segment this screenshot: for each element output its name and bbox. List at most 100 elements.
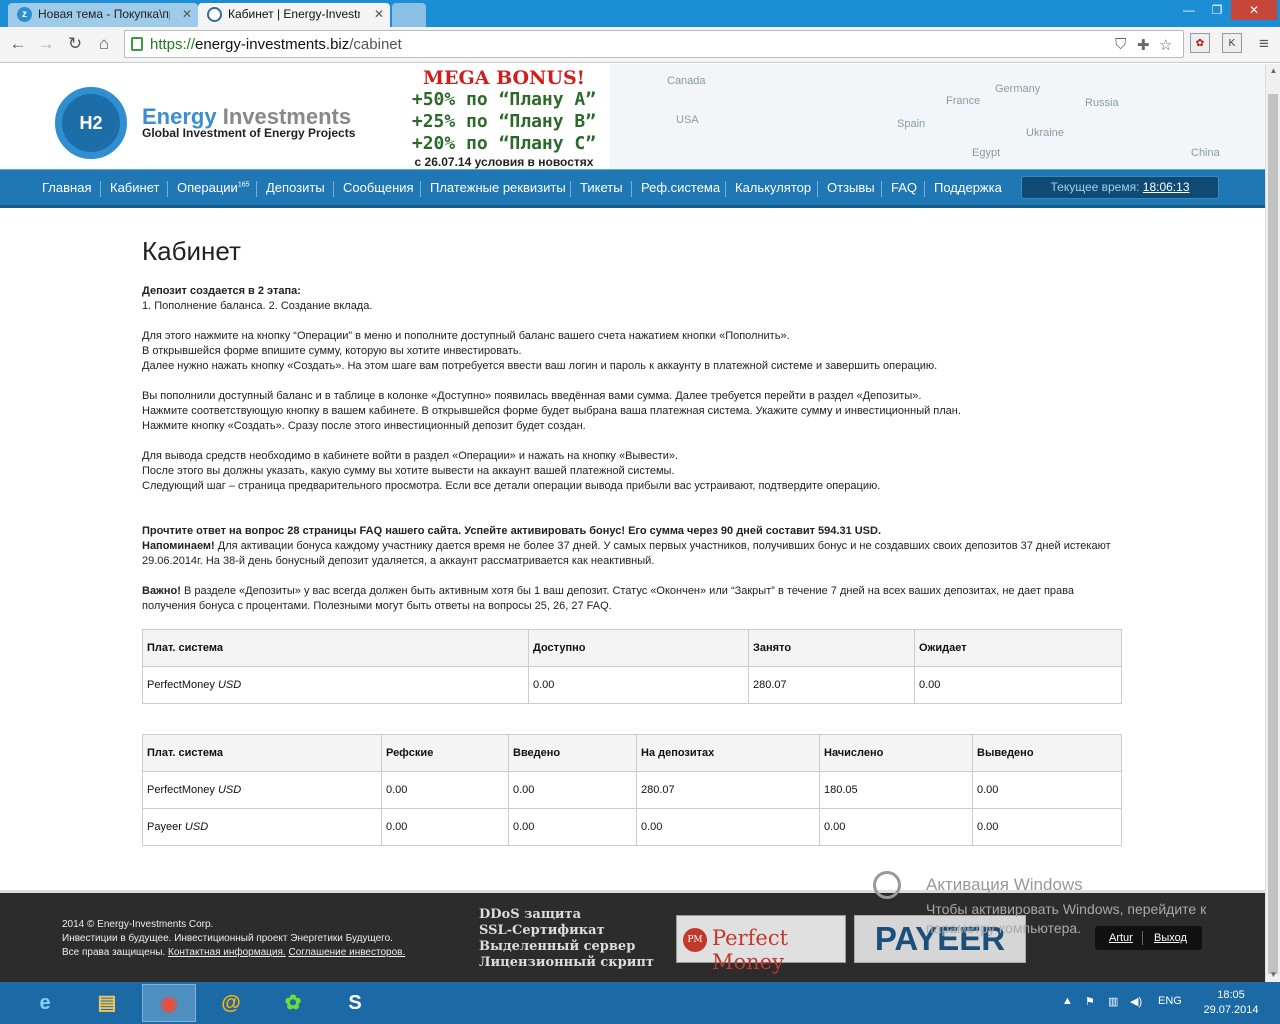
value-cell: 0.00: [914, 666, 1122, 704]
menu-item-messages[interactable]: Сообщения: [343, 180, 414, 195]
forward-arrow-icon[interactable]: →: [34, 32, 58, 56]
current-time-value: 18:06:13: [1142, 180, 1190, 194]
tab-close-icon[interactable]: ✕: [182, 7, 192, 21]
column-header: Плат. система: [142, 629, 529, 667]
map-label: USA: [676, 114, 699, 126]
menu-divider: [631, 181, 632, 197]
page-viewport: Canada USA Germany France Russia Spain U…: [0, 64, 1265, 982]
back-arrow-icon[interactable]: ←: [6, 32, 30, 56]
menu-divider: [881, 181, 882, 197]
tab-close-icon[interactable]: ✕: [374, 7, 384, 21]
bookmark-star-icon[interactable]: ☆: [1159, 36, 1172, 54]
file-explorer-icon[interactable]: ▤: [80, 984, 134, 1022]
table-header-row: Плат. система Доступно Занято Ожидает: [142, 629, 1122, 667]
contacts-link[interactable]: Контактная информация.: [168, 947, 286, 958]
site-footer: 2014 © Energy-Investments Corp. Инвестиц…: [0, 871, 1265, 982]
windows-activation-title: Активация Windows: [926, 875, 1083, 894]
menu-item-operations[interactable]: Операции165: [177, 180, 250, 195]
column-header: Рефские: [381, 734, 509, 772]
map-label: Canada: [667, 75, 706, 87]
extension-k-icon[interactable]: K: [1222, 33, 1242, 53]
address-bar[interactable]: https://energy-investments.biz/cabinet ⛉…: [124, 30, 1184, 58]
footer-copyright: 2014 © Energy-Investments Corp. Инвестиц…: [62, 919, 406, 958]
scrollbar-thumb[interactable]: [1268, 94, 1278, 974]
payment-system-cell: PerfectMoney USD: [142, 666, 529, 704]
puzzle-icon[interactable]: ✚: [1137, 36, 1150, 54]
balance-table: Плат. система Доступно Занято Ожидает Pe…: [142, 629, 1122, 704]
chrome-icon[interactable]: ◉: [142, 984, 196, 1022]
tray-network-icon[interactable]: ▥: [1108, 995, 1118, 1008]
menu-divider: [100, 181, 101, 197]
page-scrollbar[interactable]: ▲ ▼: [1265, 64, 1280, 982]
browser-tab-forum[interactable]: z Новая тема - Покупка\пр ✕: [8, 3, 198, 27]
totals-table: Плат. система Рефские Введено На депозит…: [142, 734, 1122, 846]
map-label: Spain: [897, 118, 926, 130]
menu-hamburger-icon[interactable]: ≡: [1252, 32, 1276, 56]
map-label: China: [1191, 147, 1220, 159]
tray-volume-icon[interactable]: ◀): [1130, 995, 1142, 1008]
reload-icon[interactable]: ↻: [63, 32, 87, 56]
username-link[interactable]: Artur: [1109, 926, 1133, 950]
value-cell: 0.00: [819, 808, 973, 846]
key-icon: [873, 871, 901, 899]
menu-item-tickets[interactable]: Тикеты: [580, 180, 623, 195]
logout-link[interactable]: Выход: [1154, 926, 1187, 950]
table-row: Payeer USD 0.00 0.00 0.00 0.00 0.00: [142, 808, 1122, 846]
menu-item-payment-details[interactable]: Платежные реквизиты: [430, 180, 566, 195]
value-cell: 280.07: [748, 666, 915, 704]
menu-item-faq[interactable]: FAQ: [891, 180, 917, 195]
table-header-row: Плат. система Рефские Введено На депозит…: [142, 734, 1122, 772]
menu-item-deposits[interactable]: Депозиты: [266, 180, 325, 195]
value-cell: 0.00: [528, 666, 749, 704]
menu-item-cabinet[interactable]: Кабинет: [110, 180, 159, 195]
new-tab-button[interactable]: [392, 3, 426, 27]
window-close-icon[interactable]: ✕: [1231, 0, 1277, 20]
language-indicator[interactable]: ENG: [1158, 995, 1182, 1007]
icq-flower-icon[interactable]: ✿: [266, 984, 320, 1022]
instructions-create: Вы пополнили доступный баланс и в таблиц…: [142, 390, 961, 432]
mail-agent-icon[interactable]: @: [204, 984, 258, 1022]
site-logo-gear-icon[interactable]: H2: [55, 87, 127, 159]
perfect-money-logo[interactable]: PM Perfect Money: [676, 915, 846, 974]
menu-item-calculator[interactable]: Калькулятор: [735, 180, 811, 195]
value-cell: 0.00: [972, 808, 1122, 846]
forum-favicon-icon: z: [17, 7, 32, 22]
menu-divider: [570, 181, 571, 197]
internet-explorer-icon[interactable]: e: [18, 984, 72, 1022]
scroll-up-arrow-icon[interactable]: ▲: [1266, 64, 1280, 78]
home-icon[interactable]: ⌂: [92, 32, 116, 56]
instructions-deposit: Для этого нажмите на кнопку “Операции” в…: [142, 330, 938, 372]
menu-item-reviews[interactable]: Отзывы: [827, 180, 875, 195]
skype-icon[interactable]: S: [328, 984, 382, 1022]
pm-mark: PM: [683, 928, 707, 952]
browser-tab-cabinet[interactable]: Кабинет | Energy-Investm ✕: [198, 3, 390, 27]
tray-arrow-icon[interactable]: ▲: [1062, 995, 1073, 1007]
gear-favicon-icon: [207, 7, 222, 22]
tray-flag-icon[interactable]: ⚑: [1085, 995, 1095, 1008]
taskbar-clock[interactable]: 18:05 29.07.2014: [1196, 988, 1266, 1018]
column-header: Ожидает: [914, 629, 1122, 667]
operations-count-badge: 165: [237, 181, 250, 189]
user-box: Artur Выход: [1095, 926, 1202, 950]
map-label: Ukraine: [1026, 127, 1064, 139]
bonus-notice: Прочтите ответ на вопрос 28 страницы FAQ…: [142, 525, 1111, 567]
maximize-icon[interactable]: ❐: [1203, 0, 1231, 20]
menu-divider: [817, 181, 818, 197]
menu-item-referral[interactable]: Реф.система: [641, 180, 720, 195]
minimize-icon[interactable]: —: [1175, 0, 1203, 20]
padlock-icon: [131, 37, 143, 51]
mega-bonus-banner[interactable]: MEGA BONUS! +50% по “Плану А” +25% по “П…: [398, 67, 610, 169]
column-header: Начислено: [819, 734, 973, 772]
extension-flag-icon[interactable]: ✿: [1190, 33, 1210, 53]
menu-item-support[interactable]: Поддержка: [934, 180, 1002, 195]
table-row: PerfectMoney USD 0.00 280.07 0.00: [142, 666, 1122, 704]
shield-icon[interactable]: ⛉: [1115, 36, 1126, 53]
payment-system-cell: Payeer USD: [142, 808, 382, 846]
bonus-title: MEGA BONUS!: [422, 67, 586, 89]
value-cell: 180.05: [819, 771, 973, 809]
investor-agreement-link[interactable]: Соглашение инвесторов.: [288, 947, 405, 958]
column-header: Плат. система: [142, 734, 382, 772]
column-header: Доступно: [528, 629, 749, 667]
menu-item-home[interactable]: Главная: [42, 180, 91, 195]
scroll-down-arrow-icon[interactable]: ▼: [1266, 968, 1280, 982]
